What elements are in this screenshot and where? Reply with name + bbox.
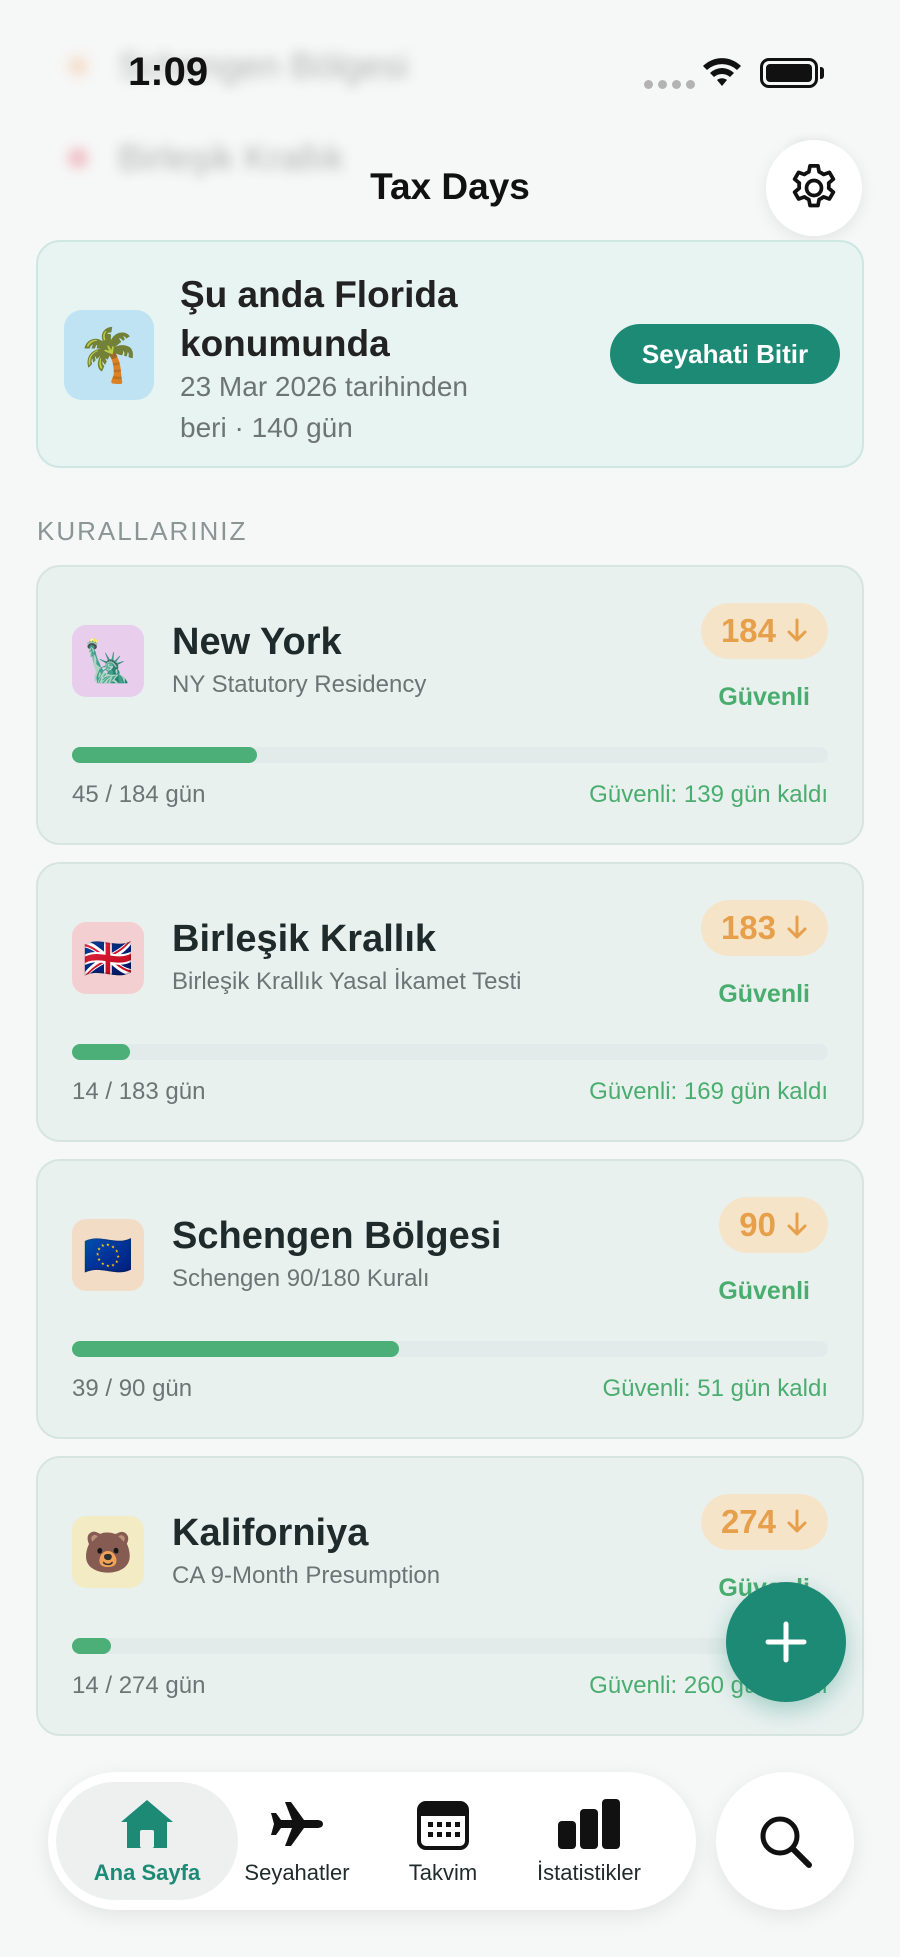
day-count: 14 / 274 gün	[72, 1672, 206, 1699]
tab-calendar[interactable]: Takvim	[368, 1796, 518, 1886]
search-button[interactable]	[716, 1772, 854, 1910]
limit-badge: 274	[700, 1494, 828, 1550]
limit-badge: 90	[719, 1197, 828, 1253]
progress-fill	[72, 1044, 131, 1060]
cellular-signal-icon	[644, 80, 695, 89]
wifi-icon	[703, 58, 741, 86]
progress-fill	[72, 747, 258, 763]
arrow-down-icon	[787, 1212, 807, 1236]
battery-icon	[760, 58, 818, 88]
airplane-icon	[271, 1802, 323, 1846]
remaining-days: Güvenli: 169 gün kaldı	[589, 1078, 828, 1105]
rule-name: Schengen Bölgesi	[172, 1215, 502, 1257]
rule-subtitle: Schengen 90/180 Kuralı	[172, 1265, 430, 1292]
bear-icon: 🐻	[72, 1516, 144, 1588]
limit-badge: 183	[700, 900, 828, 956]
rule-card-california[interactable]: 🐻 Kaliforniya CA 9-Month Presumption 274…	[36, 1456, 864, 1736]
tab-bar: Ana Sayfa Seyahatler Takvim İstatistikle…	[48, 1772, 696, 1910]
progress-bar	[72, 1638, 828, 1654]
rule-card-schengen[interactable]: 🇪🇺 Schengen Bölgesi Schengen 90/180 Kura…	[36, 1159, 864, 1439]
tab-trips[interactable]: Seyahatler	[222, 1796, 372, 1886]
tab-label: İstatistikler	[537, 1860, 641, 1885]
limit-value: 184	[720, 612, 776, 649]
progress-fill	[72, 1638, 111, 1654]
status-bar: 1:09	[0, 0, 900, 120]
background-dot	[68, 148, 88, 168]
limit-value: 90	[739, 1206, 776, 1243]
progress-fill	[72, 1341, 400, 1357]
arrow-down-icon	[787, 915, 807, 939]
add-rule-button[interactable]	[726, 1582, 846, 1702]
palm-tree-icon: 🌴	[64, 310, 154, 400]
settings-button[interactable]	[766, 140, 862, 236]
status-label: Güvenli	[718, 683, 810, 711]
current-location-card: 🌴 Şu anda Florida konumunda 23 Mar 2026 …	[36, 240, 864, 468]
gear-icon	[792, 163, 836, 208]
status-label: Güvenli	[718, 1277, 810, 1305]
progress-bar	[72, 1044, 828, 1060]
home-icon	[121, 1800, 173, 1848]
uk-flag-icon: 🇬🇧	[72, 922, 144, 994]
progress-bar	[72, 747, 828, 763]
rule-name: Kaliforniya	[172, 1512, 369, 1554]
remaining-days: Güvenli: 139 gün kaldı	[589, 781, 828, 808]
tab-label: Seyahatler	[244, 1860, 350, 1885]
limit-value: 274	[720, 1503, 776, 1540]
page-title: Tax Days	[370, 166, 530, 207]
battery-cap	[820, 67, 824, 79]
limit-value: 183	[720, 909, 776, 946]
rule-subtitle: NY Statutory Residency	[172, 671, 427, 698]
search-icon	[760, 1816, 812, 1868]
tab-label: Takvim	[408, 1860, 478, 1885]
status-time: 1:09	[128, 50, 209, 94]
eu-flag-icon: 🇪🇺	[72, 1219, 144, 1291]
bar-chart-icon	[558, 1799, 620, 1849]
calendar-icon	[417, 1801, 469, 1850]
progress-bar	[72, 1341, 828, 1357]
rule-subtitle: CA 9-Month Presumption	[172, 1562, 441, 1589]
end-trip-button[interactable]: Seyahati Bitir	[610, 324, 840, 384]
status-label: Güvenli	[718, 980, 810, 1008]
remaining-days: Güvenli: 51 gün kaldı	[602, 1375, 828, 1402]
arrow-down-icon	[787, 618, 807, 642]
section-header-rules: KURALLARINIZ	[37, 516, 248, 546]
day-count: 14 / 183 gün	[72, 1078, 206, 1105]
current-location-subtitle: 23 Mar 2026 tarihinden beri · 140 gün	[180, 371, 468, 443]
rule-name: New York	[172, 621, 342, 663]
arrow-down-icon	[787, 1509, 807, 1533]
tab-home[interactable]: Ana Sayfa	[72, 1796, 222, 1886]
rule-card-new-york[interactable]: 🗽 New York NY Statutory Residency 184 Gü…	[36, 565, 864, 845]
rule-subtitle: Birleşik Krallık Yasal İkamet Testi	[172, 968, 522, 995]
limit-badge: 184	[700, 603, 828, 659]
statue-of-liberty-icon: 🗽	[72, 625, 144, 697]
rule-card-united-kingdom[interactable]: 🇬🇧 Birleşik Krallık Birleşik Krallık Yas…	[36, 862, 864, 1142]
rule-name: Birleşik Krallık	[172, 918, 437, 960]
plus-icon	[765, 1621, 807, 1663]
current-location-title: Şu anda Florida konumunda	[180, 274, 458, 364]
day-count: 45 / 184 gün	[72, 781, 206, 808]
tab-statistics[interactable]: İstatistikler	[514, 1796, 664, 1886]
day-count: 39 / 90 gün	[72, 1375, 193, 1402]
tab-label: Ana Sayfa	[93, 1860, 201, 1885]
